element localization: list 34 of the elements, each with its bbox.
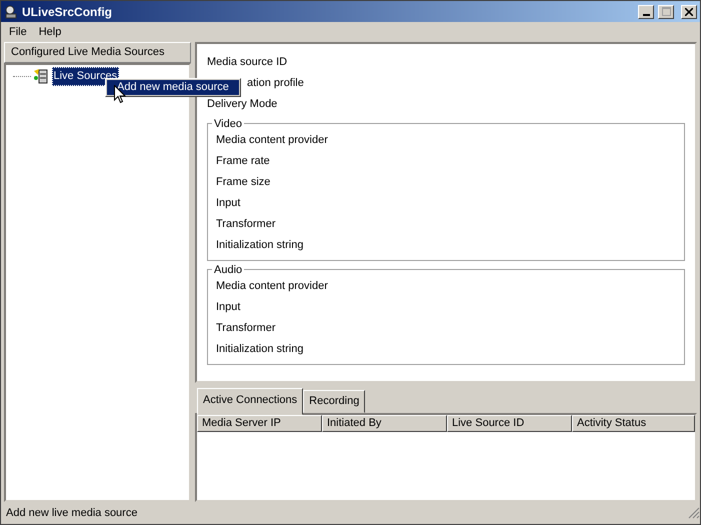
column-header[interactable]: Media Server IP	[197, 414, 322, 432]
field-label: Frame rate	[216, 154, 270, 170]
field-label: Delivery Mode	[207, 97, 278, 112]
field-label: ation profile	[247, 76, 304, 92]
resize-grip-icon[interactable]	[688, 507, 700, 519]
column-header[interactable]: Activity Status	[572, 414, 695, 432]
window-title: ULiveSrcConfig	[22, 4, 114, 20]
tab[interactable]: Active Connections	[197, 388, 304, 414]
app-icon	[4, 4, 18, 18]
server-icon	[32, 68, 49, 84]
panel-header: Configured Live Media Sources	[4, 42, 191, 63]
status-text: Add new live media source	[6, 506, 138, 521]
field-label: Initialization string	[216, 238, 304, 254]
field-label: Media content provider	[216, 133, 328, 148]
minimize-button[interactable]	[638, 4, 654, 18]
minimize-icon	[642, 14, 650, 16]
field-label: Media source ID	[207, 55, 288, 70]
close-button[interactable]	[681, 4, 697, 18]
column-header[interactable]: Initiated By	[322, 414, 447, 432]
field-label: Transformer	[216, 321, 276, 336]
maximize-icon	[662, 7, 671, 16]
maximize-button[interactable]	[658, 4, 674, 18]
field-label: Transformer	[216, 217, 276, 232]
field-label: Input	[216, 300, 240, 316]
menu-item[interactable]: Help	[32, 22, 68, 42]
column-header[interactable]: Live Source ID	[447, 414, 572, 432]
tab[interactable]: Recording	[303, 390, 366, 412]
close-icon	[685, 8, 693, 16]
field-label: Frame size	[216, 175, 270, 190]
menu-item[interactable]: Add new media source	[107, 80, 239, 95]
menu-item[interactable]: File	[3, 22, 33, 42]
field-label: Media content provider	[216, 279, 328, 294]
field-label: Initialization string	[216, 342, 304, 358]
field-label: Input	[216, 196, 240, 212]
